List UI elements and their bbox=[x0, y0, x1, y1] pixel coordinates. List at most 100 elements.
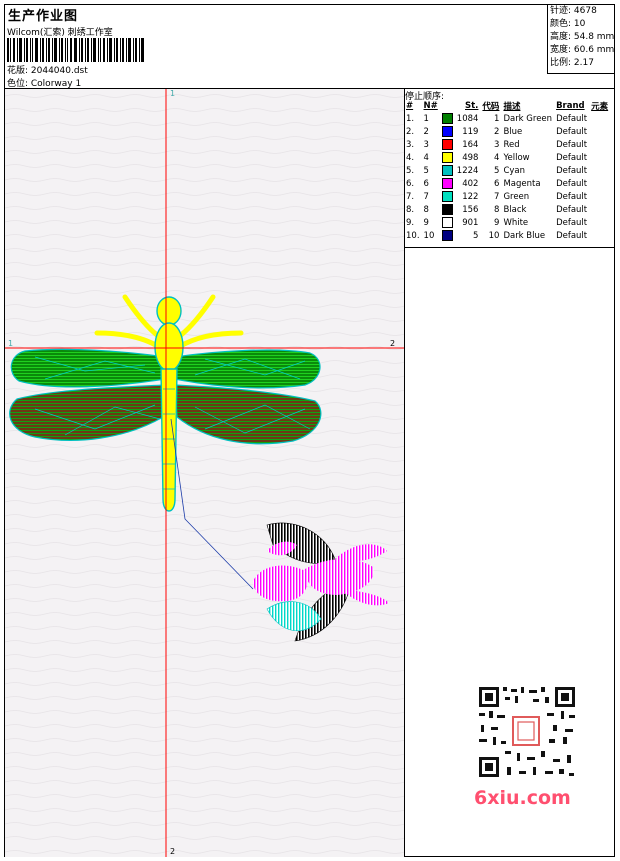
row-element bbox=[589, 203, 610, 216]
stop-sequence-table: # N# St. 代码 描述 Brand 元素 1. 1 1084 1 Dark Gre… bbox=[404, 100, 610, 242]
row-index: 4. bbox=[406, 152, 415, 163]
header: 生产作业图 Wilcom(汇索) 刺绣工作室 花版: 2044040.dst 色… bbox=[4, 4, 615, 89]
color-swatch bbox=[440, 164, 455, 177]
row-index: 6. bbox=[406, 178, 415, 189]
row-code: 7 bbox=[494, 191, 500, 202]
col-stitches: St. bbox=[465, 101, 479, 111]
col-brand: Brand bbox=[556, 101, 585, 111]
row-description: Blue bbox=[503, 126, 523, 137]
color-swatch bbox=[440, 216, 455, 229]
design-height: 高度: 54.8 mm bbox=[550, 32, 615, 42]
row-element bbox=[589, 125, 610, 138]
table-row: 2. 2 119 2 Blue Default bbox=[404, 125, 610, 138]
table-row: 4. 4 498 4 Yellow Default bbox=[404, 151, 610, 164]
row-description: Dark Blue bbox=[503, 230, 546, 241]
thread-color-swatch bbox=[441, 152, 453, 163]
design-width: 宽度: 60.6 mm bbox=[550, 45, 615, 55]
row-description: White bbox=[503, 217, 529, 228]
row-stitches: 901 bbox=[462, 217, 479, 228]
row-element bbox=[589, 164, 610, 177]
row-code: 2 bbox=[494, 126, 500, 137]
color-swatch bbox=[440, 112, 455, 125]
row-stitches: 5 bbox=[473, 230, 479, 241]
fabric-background bbox=[5, 89, 404, 857]
color-swatch bbox=[440, 138, 455, 151]
row-needle: 5 bbox=[423, 165, 429, 176]
row-code: 9 bbox=[494, 217, 500, 228]
row-index: 9. bbox=[406, 217, 415, 228]
table-row: 3. 3 164 3 Red Default bbox=[404, 138, 610, 151]
row-stitches: 402 bbox=[462, 178, 479, 189]
horizontal-label-right: 2 bbox=[390, 339, 396, 348]
thread-color-swatch bbox=[441, 204, 453, 215]
col-code: 代码 bbox=[482, 102, 500, 112]
color-swatch bbox=[440, 203, 455, 216]
table-row: 5. 5 1224 5 Cyan Default bbox=[404, 164, 610, 177]
row-brand: Default bbox=[556, 165, 588, 176]
row-description: Black bbox=[503, 204, 527, 215]
stats-box: 针迹: 4678 颜色: 10 高度: 54.8 mm 宽度: 60.6 mm … bbox=[547, 4, 615, 74]
col-element: 元素 bbox=[591, 102, 609, 112]
design-scale: 比例: 2.17 bbox=[550, 58, 594, 68]
row-code: 8 bbox=[494, 204, 500, 215]
thread-color-swatch bbox=[441, 191, 453, 202]
row-index: 7. bbox=[406, 191, 415, 202]
row-description: Dark Green bbox=[503, 113, 553, 124]
row-needle: 2 bbox=[423, 126, 429, 137]
col-description: 描述 bbox=[503, 102, 521, 112]
row-stitches: 498 bbox=[462, 152, 479, 163]
row-code: 1 bbox=[494, 113, 500, 124]
color-swatch bbox=[440, 151, 455, 164]
row-stitches: 1084 bbox=[456, 113, 479, 124]
color-count: 颜色: 10 bbox=[550, 19, 586, 29]
table-row: 7. 7 122 7 Green Default bbox=[404, 190, 610, 203]
thread-color-swatch bbox=[441, 126, 453, 137]
row-description: Red bbox=[503, 139, 520, 150]
color-swatch bbox=[440, 229, 455, 242]
stitch-count: 针迹: 4678 bbox=[550, 6, 597, 16]
row-index: 10. bbox=[406, 230, 420, 241]
row-element bbox=[589, 216, 610, 229]
row-brand: Default bbox=[556, 230, 588, 241]
thread-color-swatch bbox=[441, 230, 453, 241]
color-swatch bbox=[440, 177, 455, 190]
table-row: 8. 8 156 8 Black Default bbox=[404, 203, 610, 216]
row-element bbox=[589, 138, 610, 151]
row-needle: 7 bbox=[423, 191, 429, 202]
row-code: 4 bbox=[494, 152, 500, 163]
row-brand: Default bbox=[556, 113, 588, 124]
row-needle: 8 bbox=[423, 204, 429, 215]
col-index: # bbox=[406, 101, 414, 111]
row-brand: Default bbox=[556, 139, 588, 150]
row-code: 3 bbox=[494, 139, 500, 150]
thread-color-swatch bbox=[441, 178, 453, 189]
brand-watermark: 6xiu.com bbox=[474, 787, 571, 809]
thread-color-swatch bbox=[441, 165, 453, 176]
table-row: 9. 9 901 9 White Default bbox=[404, 216, 610, 229]
color-swatch bbox=[440, 125, 455, 138]
colorway-label: 色位: Colorway 1 bbox=[7, 79, 82, 89]
row-stitches: 122 bbox=[462, 191, 479, 202]
embroidery-design bbox=[5, 89, 404, 857]
row-element bbox=[589, 190, 610, 203]
row-index: 2. bbox=[406, 126, 415, 137]
row-description: Cyan bbox=[503, 165, 525, 176]
qr-code bbox=[471, 681, 580, 783]
row-stitches: 119 bbox=[462, 126, 479, 137]
row-needle: 10 bbox=[423, 230, 435, 241]
row-brand: Default bbox=[556, 126, 588, 137]
color-swatch bbox=[440, 190, 455, 203]
row-index: 3. bbox=[406, 139, 415, 150]
table-header-row: # N# St. 代码 描述 Brand 元素 bbox=[404, 100, 610, 112]
design-canvas: 1 2 1 2 bbox=[5, 89, 405, 857]
thread-color-swatch bbox=[441, 217, 453, 228]
studio-name: Wilcom(汇索) 刺绣工作室 bbox=[7, 28, 113, 38]
row-needle: 1 bbox=[423, 113, 429, 124]
row-needle: 3 bbox=[423, 139, 429, 150]
table-row: 10. 10 5 10 Dark Blue Default bbox=[404, 229, 610, 242]
row-description: Magenta bbox=[503, 178, 541, 189]
row-brand: Default bbox=[556, 191, 588, 202]
vertical-label-top: 1 bbox=[170, 89, 176, 98]
row-code: 5 bbox=[494, 165, 500, 176]
row-description: Green bbox=[503, 191, 530, 202]
